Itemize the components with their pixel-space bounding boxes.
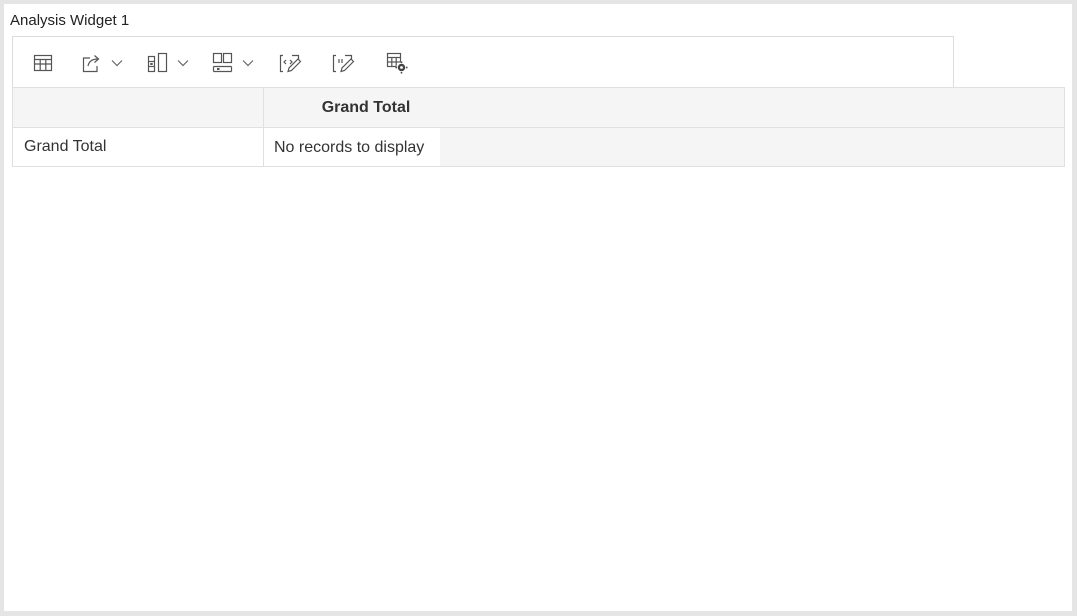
corner-cell [13,88,264,127]
share-export-icon [82,55,100,73]
widget-panel: Analysis Widget 1 Grand Total Grand Tota… [4,4,1072,611]
toolbar [12,36,954,88]
widget-title: Analysis Widget 1 [10,12,130,29]
row-fill [440,128,1064,166]
row-header-grand-total[interactable]: Grand Total [13,128,264,166]
pivot-grid: Grand Total Grand Total No records to di… [12,87,1065,167]
chevron-down-icon[interactable] [111,59,123,67]
table-view-button[interactable] [33,50,53,76]
edit-values-button[interactable] [332,50,356,76]
column-layout-icon [147,52,168,73]
empty-message: No records to display [264,128,440,166]
edit-code-button[interactable] [279,50,303,76]
table-row: Grand Total No records to display [13,127,1064,166]
column-layout-button[interactable] [147,50,189,76]
table-settings-button[interactable] [386,50,408,76]
chevron-down-icon[interactable] [242,59,254,67]
edit-code-icon [279,54,302,73]
row-layout-button[interactable] [212,50,254,76]
grid-header-row: Grand Total [13,88,1064,127]
header-fill [440,88,1064,127]
edit-values-icon [332,54,355,73]
chevron-down-icon[interactable] [177,59,189,67]
column-header-grand-total[interactable]: Grand Total [264,88,440,127]
table-settings-icon [386,52,408,74]
export-button[interactable] [81,50,123,76]
table-icon [33,54,53,72]
row-layout-icon [212,52,233,73]
